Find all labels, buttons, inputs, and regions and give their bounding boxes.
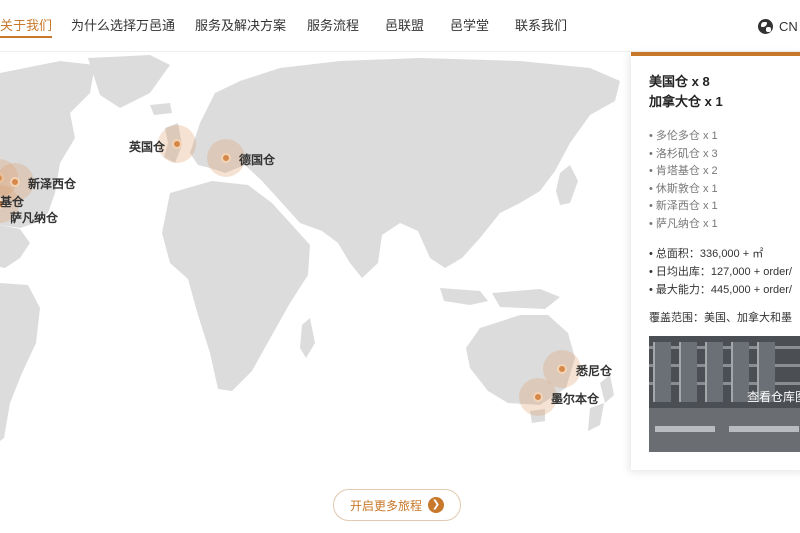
map-label-kentucky: 肯塔基仓	[0, 195, 25, 209]
stat-daily-output: • 日均出库：127,000 + order/	[649, 266, 792, 278]
map-marker-melbourne[interactable]	[519, 378, 557, 416]
warehouse-photo[interactable]: 查看仓库图	[649, 336, 800, 452]
warehouse-list-item: • 休斯敦仓 x 1	[649, 182, 718, 195]
warehouse-list-item: • 多伦多仓 x 1	[649, 130, 718, 142]
world-map: 新泽西仓 肯塔基仓 萨凡纳仓 英国仓 德国仓 悉尼仓 墨尔本仓	[0, 53, 640, 453]
panel-title-canada: 加拿大仓 x 1	[649, 94, 723, 109]
warehouse-list-item: • 肯塔基仓 x 2	[649, 165, 718, 177]
photo-caption: 查看仓库图	[747, 390, 800, 404]
nav-item-services[interactable]: 服务及解决方案	[195, 0, 286, 52]
language-label: CN	[779, 18, 798, 34]
stat-total-area: • 总面积：336,000 + ㎡	[649, 248, 764, 260]
nav-item-academy[interactable]: 邑学堂	[450, 0, 489, 52]
language-switcher[interactable]: CN	[758, 0, 798, 52]
more-journey-label: 开启更多旅程	[349, 498, 422, 513]
map-label-savannah: 萨凡纳仓	[10, 211, 59, 225]
stat-max-capacity: • 最大能力：445,000 + order/	[649, 284, 792, 296]
map-marker-new-jersey[interactable]	[0, 163, 34, 201]
globe-icon	[758, 18, 773, 34]
nav-item-alliance[interactable]: 邑联盟	[385, 0, 424, 52]
more-journey-button[interactable]: 开启更多旅程 ❯	[333, 489, 461, 521]
map-label-new-jersey: 新泽西仓	[28, 177, 77, 191]
warehouse-list-item: • 洛杉矶仓 x 3	[649, 147, 718, 160]
nav-item-process[interactable]: 服务流程	[307, 0, 359, 52]
top-nav: 关于我们 为什么选择万邑通 服务及解决方案 服务流程 邑联盟 邑学堂 联系我们 …	[0, 0, 800, 52]
map-label-melbourne: 墨尔本仓	[551, 392, 600, 406]
map-label-germany: 德国仓	[239, 153, 276, 167]
warehouse-list: • 多伦多仓 x 1 • 洛杉矶仓 x 3 • 肯塔基仓 x 2 • 休斯敦仓 …	[649, 128, 800, 233]
warehouse-info-panel: 美国仓 x 8 加拿大仓 x 1 • 多伦多仓 x 1 • 洛杉矶仓 x 3 •…	[631, 52, 800, 470]
warehouse-list-item: • 萨凡纳仓 x 1	[649, 217, 718, 230]
nav-item-why-us[interactable]: 为什么选择万邑通	[71, 0, 175, 52]
warehouse-list-item: • 新泽西仓 x 1	[649, 200, 718, 212]
map-label-uk: 英国仓	[129, 140, 166, 154]
coverage-text: 覆盖范围：美国、加拿大和墨	[649, 312, 792, 324]
nav-item-contact[interactable]: 联系我们	[515, 0, 567, 52]
nav-item-about[interactable]: 关于我们	[0, 0, 53, 52]
arrow-right-icon: ❯	[428, 497, 444, 513]
warehouse-stats: • 总面积：336,000 + ㎡ • 日均出库：127,000 + order…	[649, 245, 800, 299]
panel-title-us: 美国仓 x 8	[649, 74, 710, 89]
map-marker-germany[interactable]	[207, 139, 245, 177]
map-marker-sydney[interactable]	[543, 350, 581, 388]
map-label-sydney: 悉尼仓	[576, 364, 613, 378]
map-marker-uk[interactable]	[158, 125, 196, 163]
